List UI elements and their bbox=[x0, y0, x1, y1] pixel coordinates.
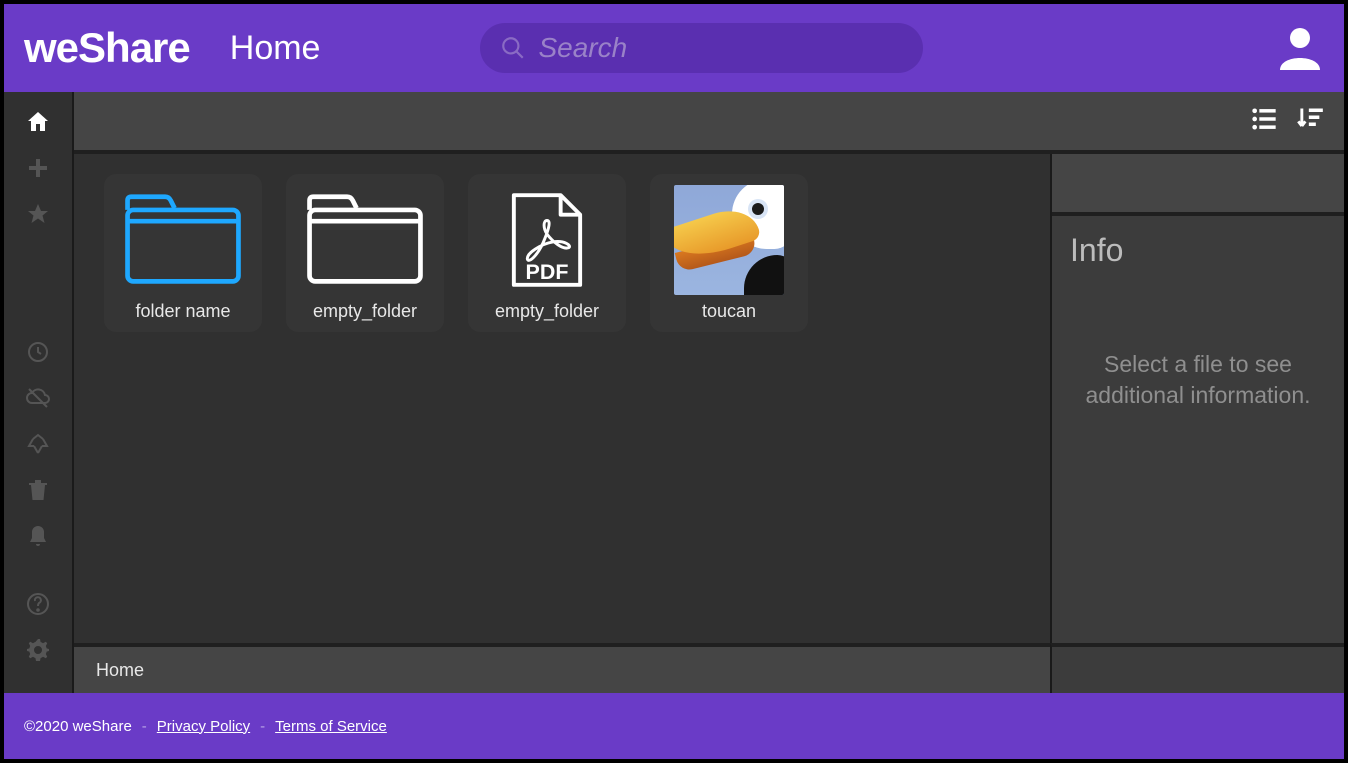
file-grid: folder name empty_folder bbox=[74, 154, 1050, 643]
search-icon bbox=[500, 35, 526, 61]
toolbar bbox=[74, 92, 1344, 154]
cloud-off-icon[interactable] bbox=[25, 386, 51, 410]
recycle-icon[interactable] bbox=[25, 432, 51, 456]
svg-text:PDF: PDF bbox=[526, 260, 569, 284]
folder-icon bbox=[302, 193, 428, 287]
app-logo[interactable]: weShare bbox=[24, 24, 190, 72]
file-label: toucan bbox=[702, 295, 756, 322]
info-panel-title: Info bbox=[1052, 216, 1344, 279]
pdf-icon: PDF bbox=[508, 191, 586, 289]
breadcrumb[interactable]: Home bbox=[74, 643, 1050, 693]
file-label: empty_folder bbox=[313, 295, 417, 322]
file-label: folder name bbox=[135, 295, 230, 322]
search-input[interactable] bbox=[526, 32, 903, 64]
page-title: Home bbox=[230, 29, 321, 68]
file-tile-pdf[interactable]: PDF empty_folder bbox=[468, 174, 626, 332]
image-thumbnail bbox=[674, 185, 784, 295]
user-menu[interactable] bbox=[1276, 22, 1324, 75]
history-icon[interactable] bbox=[25, 340, 51, 364]
search-field[interactable] bbox=[480, 23, 923, 73]
info-panel: Info Select a file to see additional inf… bbox=[1050, 154, 1344, 643]
header: weShare Home bbox=[4, 4, 1344, 92]
terms-link[interactable]: Terms of Service bbox=[275, 718, 387, 735]
help-icon[interactable] bbox=[25, 592, 51, 616]
settings-icon[interactable] bbox=[25, 638, 51, 662]
main-area: folder name empty_folder bbox=[72, 92, 1344, 693]
add-icon[interactable] bbox=[25, 156, 51, 180]
file-tile-folder[interactable]: folder name bbox=[104, 174, 262, 332]
folder-icon bbox=[120, 193, 246, 287]
file-tile-image[interactable]: toucan bbox=[650, 174, 808, 332]
star-icon[interactable] bbox=[25, 202, 51, 226]
footer: ©2020 weShare - Privacy Policy - Terms o… bbox=[4, 693, 1344, 759]
copyright-text: ©2020 weShare bbox=[24, 718, 132, 735]
info-panel-message: Select a file to see additional informat… bbox=[1052, 279, 1344, 643]
list-view-button[interactable] bbox=[1250, 105, 1278, 138]
trash-icon[interactable] bbox=[25, 478, 51, 502]
sort-button[interactable] bbox=[1296, 105, 1324, 138]
sidebar bbox=[4, 92, 72, 693]
home-icon[interactable] bbox=[25, 110, 51, 134]
bell-icon[interactable] bbox=[25, 524, 51, 548]
file-label: empty_folder bbox=[495, 295, 599, 322]
privacy-link[interactable]: Privacy Policy bbox=[157, 718, 250, 735]
file-tile-folder[interactable]: empty_folder bbox=[286, 174, 444, 332]
user-icon bbox=[1276, 22, 1324, 70]
